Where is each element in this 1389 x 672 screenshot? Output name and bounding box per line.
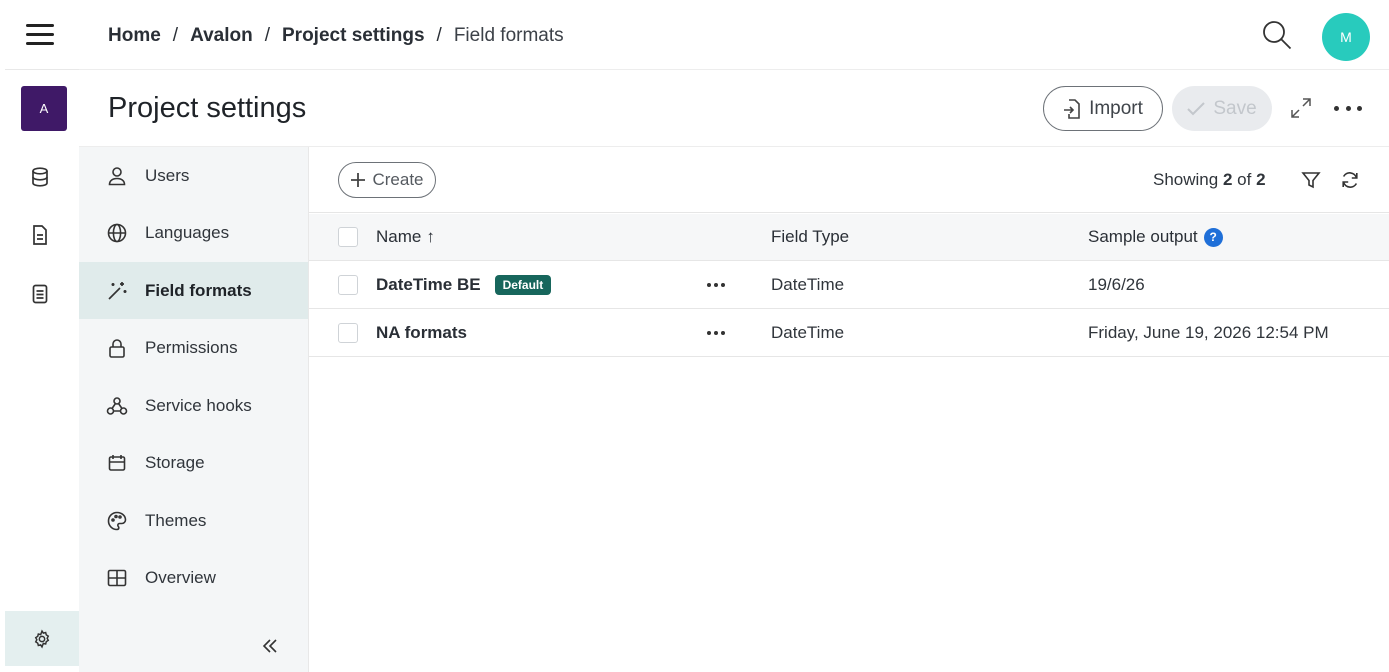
table-row[interactable]: DateTime BE Default DateTime 19/6/26 [309, 261, 1389, 309]
sidebar-item-themes[interactable]: Themes [79, 492, 308, 549]
sort-ascending-icon: ↑ [426, 227, 435, 246]
column-name-label: Name [376, 227, 422, 246]
sidebar-item-label: Themes [145, 510, 207, 530]
breadcrumb: Home / Avalon / Project settings / Field… [108, 25, 564, 47]
settings-sidenav: Users Languages Field formats Permission… [79, 147, 309, 672]
save-button[interactable]: Save [1172, 86, 1272, 131]
import-label: Import [1089, 97, 1143, 119]
user-avatar[interactable]: M [1322, 13, 1370, 61]
table-header: Name ↑ Field Type Sample output ? [309, 214, 1389, 261]
create-button[interactable]: Create [338, 162, 436, 198]
row-actions-icon[interactable] [707, 309, 725, 356]
grid-icon [106, 567, 128, 589]
row-name-cell[interactable]: DateTime BE Default [376, 261, 552, 308]
row-actions-icon[interactable] [707, 261, 725, 308]
page-title: Project settings [108, 92, 307, 124]
check-icon [1187, 101, 1206, 115]
column-type-label: Field Type [771, 227, 850, 246]
row-name: DateTime BE [376, 274, 481, 294]
row-checkbox[interactable] [338, 275, 358, 295]
magic-wand-icon [106, 280, 128, 302]
top-bar: Home / Avalon / Project settings / Field… [79, 0, 1389, 70]
database-icon[interactable] [29, 166, 51, 188]
table-row[interactable]: NA formats DateTime Friday, June 19, 202… [309, 309, 1389, 357]
row-field-type: DateTime [771, 274, 845, 294]
sidebar-item-users[interactable]: Users [79, 147, 308, 204]
sidebar-item-label: Users [145, 165, 190, 185]
save-label: Save [1213, 97, 1257, 119]
breadcrumb-current: Field formats [453, 25, 564, 46]
select-all-checkbox[interactable] [338, 227, 358, 247]
create-label: Create [372, 170, 424, 189]
sidebar-item-storage[interactable]: Storage [79, 434, 308, 491]
project-avatar[interactable]: A [21, 86, 67, 131]
row-name-cell[interactable]: NA formats [376, 309, 467, 356]
breadcrumb-project-settings[interactable]: Project settings [282, 25, 425, 47]
breadcrumb-home[interactable]: Home [108, 25, 161, 47]
breadcrumb-separator: / [264, 25, 270, 46]
column-header-field-type[interactable]: Field Type [771, 214, 849, 260]
expand-icon[interactable] [1290, 97, 1312, 119]
gear-icon [34, 628, 50, 649]
showing-prefix: Showing [1153, 170, 1219, 189]
lock-icon [106, 337, 128, 359]
sidebar-item-label: Overview [145, 567, 216, 587]
showing-total: 2 [1256, 170, 1266, 189]
main-content: Create Showing 2 of 2 Name ↑ Field Type … [309, 147, 1389, 672]
globe-icon [106, 222, 128, 244]
column-sample-label: Sample output [1088, 227, 1198, 246]
user-icon [106, 165, 128, 187]
list-toolbar: Create Showing 2 of 2 [309, 147, 1389, 213]
sidebar-item-field-formats[interactable]: Field formats [79, 262, 308, 319]
sidebar-item-label: Field formats [145, 280, 252, 300]
breadcrumb-project[interactable]: Avalon [190, 25, 253, 47]
default-badge: Default [494, 274, 552, 295]
page-header: Project settings Import Save [79, 70, 1389, 147]
search-icon[interactable] [1260, 18, 1294, 52]
sidebar-item-label: Service hooks [145, 395, 252, 415]
more-options-icon[interactable] [1334, 98, 1362, 118]
result-count: Showing 2 of 2 [1153, 170, 1266, 190]
sidebar-item-label: Storage [145, 452, 205, 472]
sidebar-item-overview[interactable]: Overview [79, 549, 308, 606]
double-chevron-left-icon[interactable] [260, 636, 280, 656]
breadcrumb-separator: / [436, 25, 442, 46]
plus-icon [351, 173, 366, 187]
settings-nav-button[interactable] [5, 611, 79, 666]
column-header-sample-output[interactable]: Sample output ? [1088, 214, 1223, 260]
import-icon [1064, 98, 1080, 119]
document-icon[interactable] [29, 224, 51, 246]
sidebar-item-languages[interactable]: Languages [79, 204, 308, 261]
import-button[interactable]: Import [1043, 86, 1163, 131]
refresh-icon[interactable] [1340, 170, 1360, 190]
filter-icon[interactable] [1301, 170, 1321, 190]
row-name: NA formats [376, 322, 467, 342]
breadcrumb-separator: / [172, 25, 179, 46]
row-sample-output: Friday, June 19, 2026 12:54 PM [1088, 322, 1329, 342]
list-icon[interactable] [29, 283, 51, 305]
palette-icon [106, 510, 128, 532]
help-icon[interactable]: ? [1203, 227, 1223, 247]
showing-count: 2 [1222, 170, 1233, 189]
storage-icon [106, 452, 128, 474]
showing-of: of [1237, 170, 1252, 189]
row-field-type: DateTime [771, 322, 845, 342]
sidebar-item-service-hooks[interactable]: Service hooks [79, 377, 308, 434]
sidebar-item-permissions[interactable]: Permissions [79, 319, 308, 376]
column-header-name[interactable]: Name ↑ [376, 214, 435, 260]
sidebar-item-label: Permissions [145, 337, 238, 357]
row-sample-output: 19/6/26 [1088, 274, 1145, 294]
rail-divider [5, 69, 79, 70]
left-rail: A [0, 0, 79, 672]
hamburger-menu-icon[interactable] [26, 24, 54, 48]
row-checkbox[interactable] [338, 323, 358, 343]
webhook-icon [106, 395, 128, 417]
sidebar-item-label: Languages [145, 222, 230, 242]
